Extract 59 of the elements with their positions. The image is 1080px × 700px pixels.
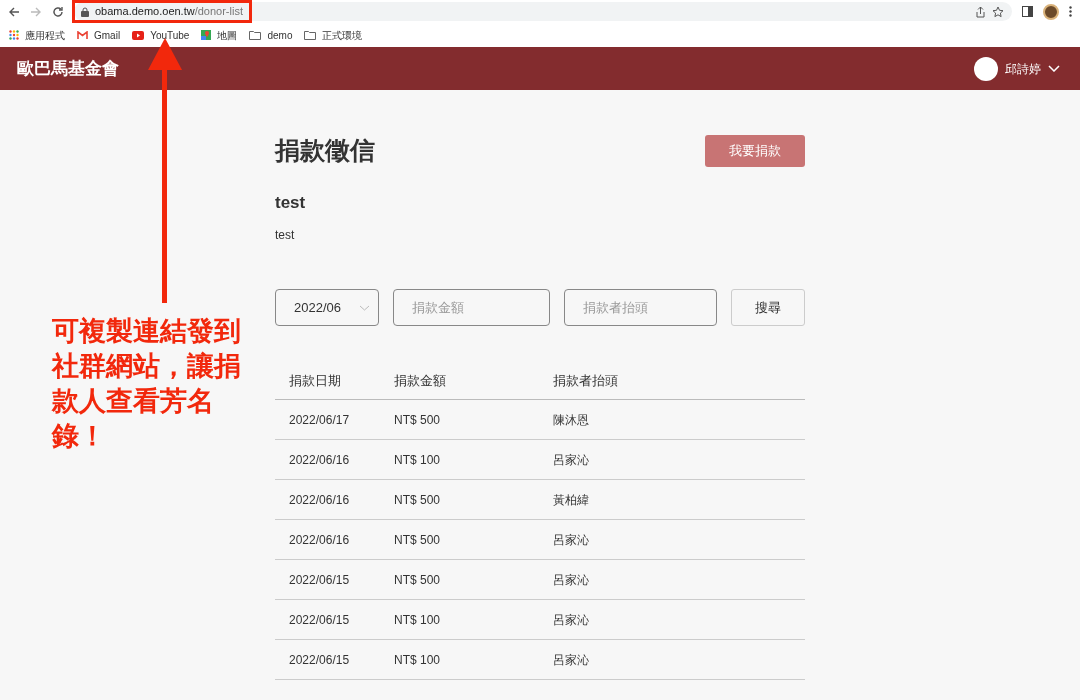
column-header: 捐款金額 (394, 373, 446, 389)
url-text: obama.demo.oen.tw/donor-list (95, 4, 243, 20)
share-icon[interactable] (975, 5, 986, 18)
table-cell: 2022/06/15 (289, 612, 350, 627)
table-cell: 呂家沁 (553, 612, 589, 627)
table-cell: 呂家沁 (553, 572, 589, 587)
table-cell: NT$ 500 (394, 412, 441, 427)
table-cell: NT$ 500 (394, 532, 441, 547)
user-name[interactable]: 邱詩婷 (1005, 59, 1041, 78)
table-cell: 2022/06/16 (289, 532, 350, 547)
table-cell: NT$ 500 (394, 572, 441, 587)
month-select[interactable]: 2022/06 (275, 289, 379, 326)
bookmark-item[interactable]: demo (249, 27, 293, 43)
site-title[interactable]: 歐巴馬基金會 (17, 55, 119, 82)
envelope-icon (77, 30, 88, 40)
table-cell: 呂家沁 (553, 452, 589, 467)
bookmark-item[interactable]: 正式環境 (304, 27, 363, 43)
table-cell: 2022/06/17 (289, 412, 350, 427)
campaign-text: test (275, 227, 296, 243)
side-panel-icon[interactable] (1022, 6, 1033, 17)
search-button[interactable]: 搜尋 (731, 289, 805, 326)
table-cell: NT$ 100 (394, 452, 441, 467)
back-icon[interactable] (8, 5, 20, 18)
annotation-text: 可複製連結發到社群網站，讓捐款人查看芳名錄！ (52, 315, 242, 453)
table-cell: NT$ 100 (394, 612, 441, 627)
reload-icon[interactable] (52, 5, 64, 18)
table-cell: 2022/06/16 (289, 452, 350, 467)
table-cell: 2022/06/15 (289, 572, 350, 587)
chevron-down-icon[interactable] (1048, 65, 1060, 72)
bookmark-item[interactable]: Gmail (77, 27, 121, 43)
table-cell: 呂家沁 (553, 652, 589, 667)
table-cell: 2022/06/15 (289, 652, 350, 667)
table-cell: 2022/06/16 (289, 492, 350, 507)
address-bar[interactable]: obama.demo.oen.tw/donor-list (74, 2, 1012, 21)
campaign-title: test (275, 192, 307, 214)
page-title: 捐款徵信 (275, 135, 375, 167)
folder-icon (249, 30, 262, 40)
star-icon[interactable] (992, 5, 1004, 18)
column-header: 捐款者抬頭 (553, 373, 618, 389)
table-cell: NT$ 500 (394, 492, 441, 507)
table-cell: 黃柏緯 (553, 492, 589, 507)
folder-icon (304, 30, 317, 40)
menu-icon[interactable] (1069, 6, 1072, 17)
map-pin-icon (201, 30, 212, 40)
amount-field[interactable]: 捐款金額 (393, 289, 550, 326)
bookmark-item[interactable]: 地圖 (201, 27, 238, 43)
chevron-down-icon (359, 304, 370, 311)
play-icon (132, 30, 145, 40)
column-header: 捐款日期 (289, 373, 341, 389)
table-cell: 呂家沁 (553, 532, 589, 547)
apps-grid-icon (9, 30, 19, 40)
bookmark-item[interactable]: YouTube (132, 27, 190, 43)
profile-avatar[interactable] (1043, 3, 1059, 20)
table-cell: NT$ 100 (394, 652, 441, 667)
table-cell: 陳沐恩 (553, 412, 589, 427)
donor-name-field[interactable]: 捐款者抬頭 (564, 289, 717, 326)
bookmark-item[interactable]: 應用程式 (9, 27, 65, 43)
lock-icon (81, 6, 89, 17)
user-avatar[interactable] (974, 56, 998, 81)
